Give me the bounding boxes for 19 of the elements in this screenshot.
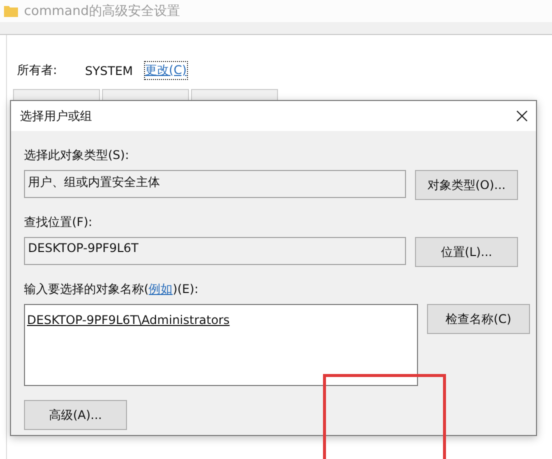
locations-button[interactable]: 位置(L)... (415, 237, 518, 267)
owner-label: 所有者: (17, 62, 58, 79)
object-type-field: 用户、组或内置安全主体 (24, 170, 406, 198)
object-names-field[interactable]: DESKTOP-9PF9L6T\Administrators (24, 304, 418, 386)
examples-link[interactable]: 例如 (148, 282, 173, 296)
folder-icon (4, 5, 18, 17)
owner-value: SYSTEM (85, 64, 133, 78)
object-type-label: 选择此对象类型(S): (24, 147, 130, 164)
location-field: DESKTOP-9PF9L6T (24, 237, 406, 265)
window-title: command的高级安全设置 (24, 3, 180, 20)
dialog-title: 选择用户或组 (20, 108, 92, 124)
advanced-button[interactable]: 高级(A)... (24, 400, 127, 430)
object-types-button[interactable]: 对象类型(O)... (415, 170, 518, 200)
object-names-label: 输入要选择的对象名称(例如)(E): (24, 281, 200, 298)
object-name: DESKTOP-9PF9L6T\Administrators (27, 313, 230, 327)
close-icon[interactable] (516, 110, 528, 122)
change-link[interactable]: 更改(C) (144, 62, 187, 79)
check-names-button[interactable]: 检查名称(C) (427, 304, 530, 334)
location-label: 查找位置(F): (24, 214, 94, 231)
